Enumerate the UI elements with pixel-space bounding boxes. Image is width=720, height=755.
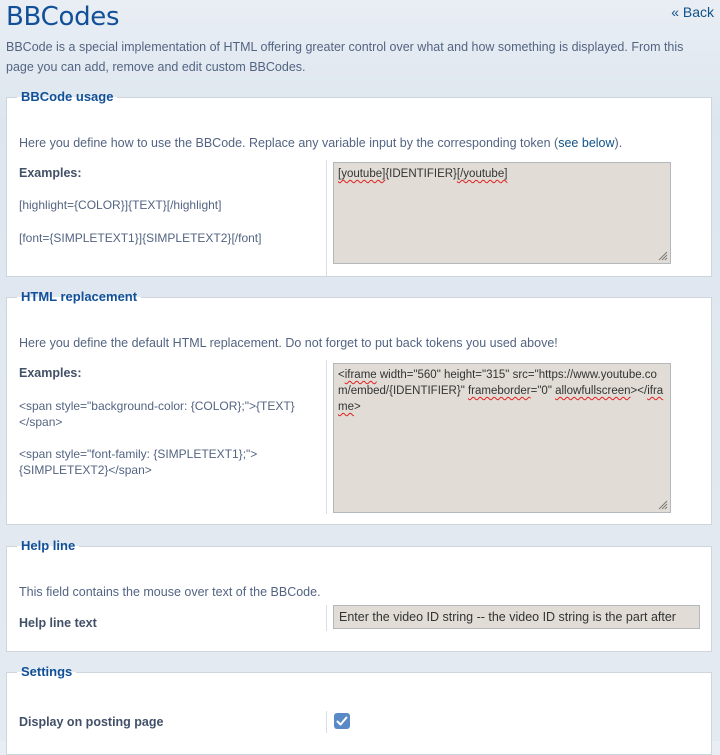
see-below-link[interactable]: see below bbox=[558, 136, 614, 150]
bbcode-usage-fieldset: BBCode usage Here you define how to use … bbox=[6, 90, 712, 277]
help-line-description: This field contains the mouse over text … bbox=[19, 585, 321, 599]
resize-grip-icon[interactable] bbox=[658, 500, 668, 510]
html-replacement-description: Here you define the default HTML replace… bbox=[19, 336, 558, 350]
html-replacement-textarea[interactable]: <iframe width="560" height="315" src="ht… bbox=[333, 363, 671, 513]
back-link[interactable]: « Back bbox=[671, 4, 714, 20]
bbcode-usage-textarea[interactable]: [youtube]{IDENTIFIER}[/youtube] bbox=[333, 162, 671, 264]
settings-legend: Settings bbox=[21, 664, 73, 679]
help-line-text-label: Help line text bbox=[19, 616, 97, 630]
usage-divider bbox=[326, 160, 327, 276]
page-title: BBCodes bbox=[6, 2, 120, 32]
usage-desc-prefix: Here you define how to use the BBCode. R… bbox=[19, 136, 559, 150]
html-divider bbox=[326, 360, 327, 514]
html-replacement-legend: HTML replacement bbox=[21, 289, 138, 304]
help-line-input[interactable]: Enter the video ID string -- the video I… bbox=[333, 605, 700, 629]
usage-desc-suffix: ). bbox=[614, 136, 623, 150]
help-line-legend: Help line bbox=[21, 538, 76, 553]
bbcode-usage-description: Here you define how to use the BBCode. R… bbox=[19, 136, 622, 150]
html-part-allowfullscreen: allowfullscreen bbox=[555, 385, 631, 397]
help-line-fieldset: Help line This field contains the mouse … bbox=[6, 539, 712, 652]
help-divider bbox=[326, 605, 327, 631]
html-part-lt: < bbox=[338, 369, 345, 381]
usage-token-open: [youtube] bbox=[338, 168, 386, 180]
html-example-background: <span style="background-color: {COLOR};"… bbox=[19, 399, 295, 429]
usage-examples-label: Examples: bbox=[19, 166, 82, 180]
html-replacement-fieldset: HTML replacement Here you define the def… bbox=[6, 290, 712, 525]
display-on-posting-checkbox[interactable] bbox=[334, 713, 350, 729]
display-on-posting-label: Display on posting page bbox=[19, 715, 164, 729]
settings-fieldset: Settings Display on posting page bbox=[6, 665, 712, 755]
html-examples-label: Examples: bbox=[19, 366, 82, 380]
resize-grip-icon[interactable] bbox=[658, 251, 668, 261]
checkmark-icon bbox=[336, 716, 348, 726]
html-part-frameborder: frameborder bbox=[467, 385, 531, 397]
usage-token-identifier: {IDENTIFIER} bbox=[385, 168, 457, 180]
usage-example-font: [font={SIMPLETEXT1}]{SIMPLETEXT2}[/font] bbox=[19, 231, 262, 245]
page-intro: BBCode is a special implementation of HT… bbox=[6, 40, 684, 74]
html-example-font: <span style="font-family: {SIMPLETEXT1};… bbox=[19, 447, 258, 477]
html-part-close-lt: ></ bbox=[630, 385, 648, 397]
html-part-fb-value: ="0" bbox=[530, 385, 556, 397]
html-part-iframe: iframe bbox=[344, 369, 377, 381]
usage-example-highlight: [highlight={COLOR}]{TEXT}[/highlight] bbox=[19, 198, 222, 212]
settings-divider bbox=[326, 711, 327, 733]
html-part-gt: > bbox=[353, 401, 361, 413]
usage-token-close: [/youtube] bbox=[456, 168, 508, 180]
bbcode-usage-legend: BBCode usage bbox=[21, 89, 114, 104]
